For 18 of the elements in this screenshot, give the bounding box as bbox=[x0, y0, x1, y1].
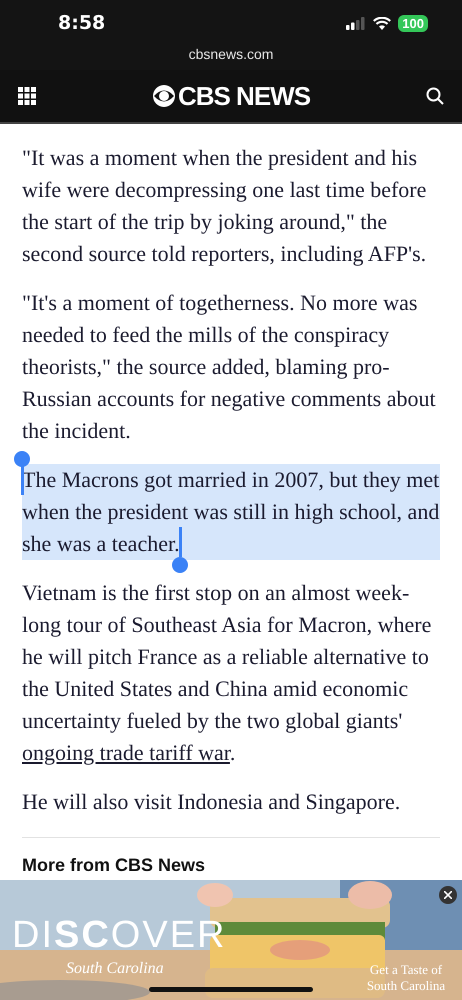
search-icon[interactable] bbox=[426, 87, 444, 105]
address-bar-url[interactable]: cbsnews.com bbox=[188, 46, 274, 62]
close-icon[interactable] bbox=[444, 891, 452, 899]
logo-text[interactable]: CBS NEWS bbox=[178, 80, 310, 112]
battery-indicator: 100 bbox=[398, 14, 428, 32]
eye-logo-icon bbox=[152, 84, 176, 108]
ad-brand-subtitle: South Carolina bbox=[66, 960, 164, 978]
ad-tagline: Get a Taste of South Carolina bbox=[366, 962, 446, 994]
status-time: 8:58 bbox=[58, 12, 106, 34]
apps-grid-icon[interactable] bbox=[18, 87, 36, 105]
article-link[interactable]: ongoing trade tariff war bbox=[22, 740, 230, 765]
signal-icon bbox=[346, 16, 366, 30]
article-paragraph: He will also visit Indonesia and Singapore. bbox=[22, 788, 402, 816]
article-paragraph: "It's a moment of togetherness. No more was needed to feed the mills of the conspiracy theorists," the source added, blaming pro-Russian accounts for negative comments about the incident. bbox=[22, 289, 437, 445]
article-paragraph: "It was a moment when the president and his wife were decompressing one last time before the start of the trip by joking around," the second source told reporters, including AFP's. bbox=[22, 144, 428, 268]
wifi-icon bbox=[373, 16, 392, 30]
article-paragraph: Vietnam is the first stop on an almost week-long tour of Southeast Asia for Macron, where he will pitch France as a reliable alternative to the United States and China amid economic uncertainty fueled by the two global giants' ongoing trade tariff war. bbox=[22, 579, 432, 767]
section-heading: More from CBS News bbox=[22, 855, 206, 876]
